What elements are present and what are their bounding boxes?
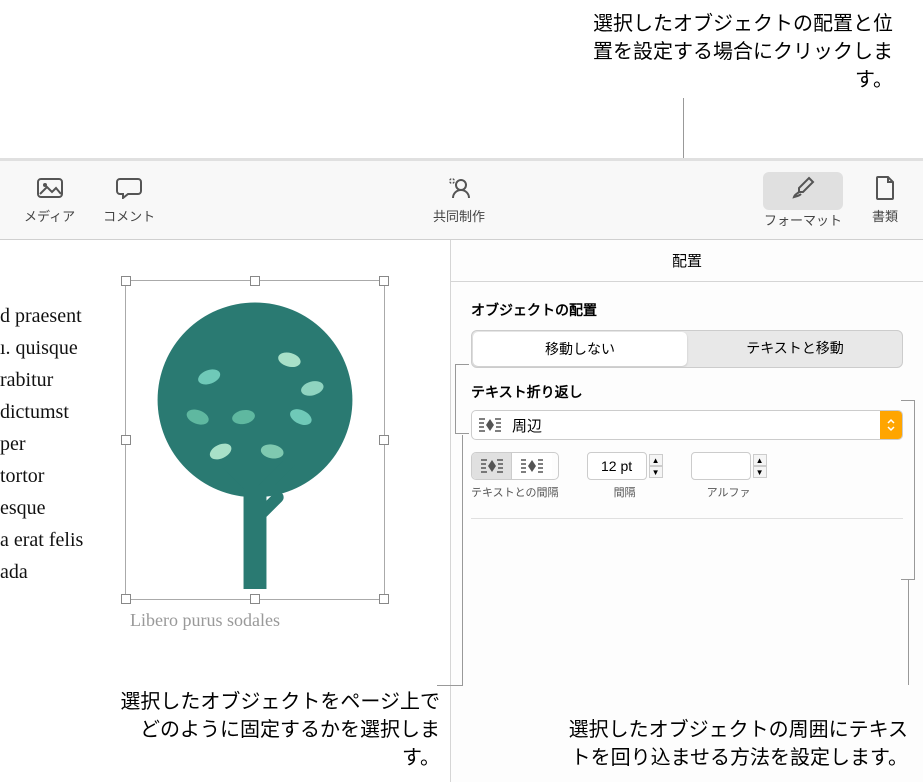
- chevron-updown-icon: [880, 411, 902, 439]
- fit-contour-button[interactable]: [472, 453, 512, 479]
- dropdown-value: 周辺: [508, 415, 880, 436]
- spacing-label: テキストとの間隔: [471, 484, 559, 500]
- callout-leader: [908, 580, 909, 685]
- toolbar-label: 共同制作: [433, 206, 485, 225]
- inspector-sidebar: 配置 オブジェクトの配置 移動しない テキストと移動 テキスト折り返し 周辺: [450, 240, 923, 782]
- alpha-input[interactable]: [691, 452, 751, 480]
- collaborate-icon: [445, 176, 473, 200]
- toolbar-format-button[interactable]: フォーマット: [763, 172, 843, 229]
- comment-icon: [115, 176, 143, 200]
- callout-leader: [462, 435, 463, 685]
- stepper-down-button[interactable]: ▼: [649, 466, 663, 478]
- toolbar-document-button[interactable]: 書類: [871, 176, 899, 225]
- move-with-text-button[interactable]: テキストと移動: [688, 331, 902, 367]
- stepper-up-button[interactable]: ▲: [649, 454, 663, 466]
- gap-label: 間隔: [587, 484, 663, 500]
- toolbar-label: フォーマット: [764, 210, 842, 229]
- toolbar-label: コメント: [103, 206, 155, 225]
- divider: [471, 518, 903, 519]
- selected-object[interactable]: [125, 280, 385, 600]
- wrap-around-icon: [472, 417, 508, 433]
- resize-handle[interactable]: [379, 276, 389, 286]
- toolbar-label: メディア: [24, 206, 75, 225]
- toolbar-label: 書類: [872, 206, 898, 225]
- alpha-label: アルファ: [691, 484, 767, 500]
- resize-handle[interactable]: [379, 594, 389, 604]
- tree-image: [126, 281, 384, 599]
- stepper-up-button[interactable]: ▲: [753, 454, 767, 466]
- resize-handle[interactable]: [121, 435, 131, 445]
- text-wrap-dropdown[interactable]: 周辺: [471, 410, 903, 440]
- image-caption[interactable]: Libero purus sodales: [130, 610, 280, 631]
- callout-bottom-left: 選択したオブジェクトをページ上でどのように固定するかを選択します。: [110, 688, 440, 772]
- image-icon: [36, 176, 64, 200]
- callout-bottom-right: 選択したオブジェクトの周囲にテキストを回り込ませる方法を設定します。: [568, 716, 908, 772]
- toolbar: メディア コメント 共同制作 フォーマット 書類: [0, 158, 923, 240]
- document-canvas[interactable]: d praesent ı. quisque rabitur dictumst p…: [0, 240, 450, 650]
- paintbrush-icon: [789, 176, 817, 200]
- callout-bracket-right: [901, 400, 915, 580]
- callout-bracket-left: [455, 364, 469, 434]
- body-text: d praesent ı. quisque rabitur dictumst p…: [0, 300, 83, 588]
- stay-on-page-button[interactable]: 移動しない: [473, 332, 687, 366]
- fit-rect-button[interactable]: [512, 453, 552, 479]
- gap-input[interactable]: [587, 452, 647, 480]
- section-heading: オブジェクトの配置: [471, 300, 903, 320]
- resize-handle[interactable]: [121, 594, 131, 604]
- wrap-heading: テキスト折り返し: [471, 382, 903, 402]
- tab-arrange[interactable]: 配置: [451, 240, 923, 282]
- placement-segmented-control: 移動しない テキストと移動: [471, 330, 903, 368]
- resize-handle[interactable]: [379, 435, 389, 445]
- callout-leader: [437, 685, 463, 686]
- document-icon: [871, 176, 899, 200]
- toolbar-collab-button[interactable]: 共同制作: [433, 176, 485, 225]
- text-fit-buttons: [471, 452, 559, 480]
- callout-top: 選択したオブジェクトの配置と位置を設定する場合にクリックします。: [593, 10, 893, 94]
- toolbar-comment-button[interactable]: コメント: [103, 176, 155, 225]
- resize-handle[interactable]: [250, 594, 260, 604]
- stepper-down-button[interactable]: ▼: [753, 466, 767, 478]
- toolbar-media-button[interactable]: メディア: [24, 176, 75, 225]
- callout-leader-top: [683, 98, 684, 161]
- resize-handle[interactable]: [121, 276, 131, 286]
- resize-handle[interactable]: [250, 276, 260, 286]
